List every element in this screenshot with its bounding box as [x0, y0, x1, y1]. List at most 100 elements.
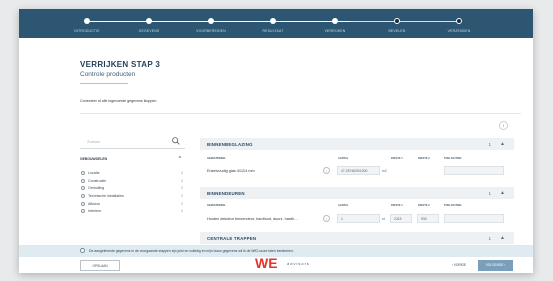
search-icon[interactable]	[171, 136, 181, 146]
radio-button[interactable]	[81, 186, 85, 191]
unit-label: m2	[382, 169, 387, 173]
radio-button[interactable]	[81, 171, 85, 175]
progress-stepper: INTRODUCTIE GEGEVENS VOORBEREIDEN RESULT…	[19, 9, 533, 38]
save-button[interactable]: OPSLAAN	[80, 260, 120, 271]
column-header: AANTAL	[338, 157, 349, 160]
section-counter: 1	[488, 141, 491, 147]
thickness-2-field[interactable]: 930	[417, 214, 439, 223]
step-label: GEGEVENS	[138, 29, 160, 33]
categories-heading[interactable]: GEBOUWDELEN ⌃	[80, 156, 185, 162]
divider	[80, 113, 521, 114]
step-dot	[84, 18, 90, 24]
info-icon[interactable]: i	[323, 167, 330, 174]
step-label: RESULTAAT	[262, 29, 284, 33]
chevron-up-icon[interactable]: ▲	[500, 190, 505, 196]
product-name: Enkelvoudig glas 4/12/4 mm	[207, 169, 255, 173]
step-dot	[394, 18, 400, 24]
step-dot	[146, 18, 152, 24]
step-label: VERZENDEN	[447, 29, 471, 33]
category-item-omhulling[interactable]: Omhulling 0	[80, 185, 185, 192]
logo-tagline: advisors	[287, 261, 310, 266]
section-header-centrale-trappen[interactable]: CENTRALE TRAPPEN 1 ▲	[200, 232, 514, 244]
chevron-right-icon: ›	[503, 263, 506, 267]
column-header: DIKSTE 2	[418, 157, 430, 160]
previous-button[interactable]: ‹ VORIGE	[443, 260, 475, 271]
logo-mark-icon: WE	[255, 255, 278, 271]
search-placeholder: Zoeken	[87, 139, 101, 144]
category-name: Constructie	[88, 178, 107, 183]
previous-label: VORIGE	[453, 263, 467, 267]
chevron-up-icon[interactable]: ▲	[500, 235, 505, 241]
categories-heading-label: GEBOUWDELEN	[80, 157, 108, 161]
search-box[interactable]: Zoeken	[80, 135, 185, 149]
chevron-up-icon[interactable]: ▲	[500, 141, 505, 147]
confirm-radio[interactable]	[80, 248, 85, 253]
radio-button[interactable]	[81, 201, 85, 206]
stepper-track-done	[87, 21, 350, 22]
section-title: BINNENBEGLAZING	[207, 142, 253, 147]
step-label: VOORBEREIDEN	[196, 29, 226, 33]
column-header: DIKSTE 1	[391, 157, 403, 160]
remark-field[interactable]	[444, 214, 504, 223]
step-dot	[456, 18, 462, 24]
next-label: VOLGENDE	[485, 263, 504, 267]
section-counter: 1	[488, 235, 491, 241]
column-header: AANTAL	[338, 204, 349, 207]
thickness-1-field[interactable]: 2315	[390, 214, 412, 223]
amount-field[interactable]: 1	[337, 214, 380, 223]
page-subtitle: Controle producten	[80, 71, 136, 78]
category-count: 0	[181, 171, 183, 175]
column-header: GEBOUWDEEL	[207, 204, 226, 207]
section-counter: 1	[488, 190, 491, 196]
column-header: TOELICHTING	[444, 204, 462, 207]
category-name: Afbouw	[88, 201, 100, 206]
category-count: 0	[181, 186, 183, 191]
column-header: GEBOUWDEEL	[207, 157, 226, 160]
category-name: Interieur	[88, 209, 102, 214]
confirmation-text: De aangeleverde gegevens in de voorgaand…	[89, 249, 294, 253]
category-name: Locatie	[88, 171, 100, 175]
category-name: Technische installaties	[88, 194, 124, 199]
category-count: 0	[181, 178, 183, 183]
category-item-afbouw[interactable]: Afbouw 0	[80, 201, 185, 208]
radio-button[interactable]	[81, 178, 85, 183]
title-underline	[80, 83, 128, 84]
app-window: INTRODUCTIE GEGEVENS VOORBEREIDEN RESULT…	[19, 9, 533, 273]
amount-field[interactable]: 47,2574625/1000	[337, 166, 380, 175]
product-name: Houten dekdeur binnendeur, hardhout, duu…	[207, 217, 298, 221]
category-name: Omhulling	[88, 186, 105, 191]
section-title: CENTRALE TRAPPEN	[207, 236, 257, 241]
svg-text:WE: WE	[255, 255, 278, 271]
radio-button[interactable]	[81, 209, 85, 214]
category-item-locatie[interactable]: Locatie 0	[80, 170, 185, 177]
next-button[interactable]: VOLGENDE ›	[478, 260, 513, 271]
column-header: DIKSTE 1	[391, 204, 403, 207]
step-dot	[208, 18, 214, 24]
step-label: VERRIJKEN	[324, 29, 346, 33]
radio-button[interactable]	[81, 194, 85, 199]
column-header: TOELICHTING	[444, 157, 462, 160]
chevron-up-icon[interactable]: ⌃	[178, 156, 182, 162]
intro-text: Controleer of alle ingevoerde gegevens k…	[80, 99, 158, 103]
step-dot	[332, 18, 338, 24]
category-count: 0	[181, 201, 183, 206]
category-item-interieur[interactable]: Interieur 0	[80, 208, 185, 215]
section-header-binnenbeglazing[interactable]: BINNENBEGLAZING 1 ▲	[200, 138, 514, 150]
category-list: Locatie 0 Constructie 0 Omhulling 0 Tech…	[80, 170, 185, 216]
unit-label: st	[382, 217, 385, 221]
info-icon[interactable]: i	[499, 121, 508, 130]
step-label: BEVELEN	[388, 29, 406, 33]
remark-field[interactable]	[444, 166, 504, 175]
section-header-binnendeuren[interactable]: BINNENDEUREN 1 ▲	[200, 187, 514, 199]
info-icon[interactable]: i	[323, 215, 330, 222]
category-count: 0	[181, 194, 183, 199]
column-header: DIKSTE 2	[418, 204, 430, 207]
category-item-technische-installaties[interactable]: Technische installaties 0	[80, 193, 185, 200]
step-dot	[270, 18, 276, 24]
company-logo: WE advisors	[255, 255, 345, 273]
category-count: 0	[181, 209, 183, 214]
category-item-constructie[interactable]: Constructie 0	[80, 178, 185, 185]
section-title: BINNENDEUREN	[207, 191, 245, 196]
page-title: VERRIJKEN STAP 3	[80, 60, 161, 69]
step-label: INTRODUCTIE	[74, 29, 100, 33]
